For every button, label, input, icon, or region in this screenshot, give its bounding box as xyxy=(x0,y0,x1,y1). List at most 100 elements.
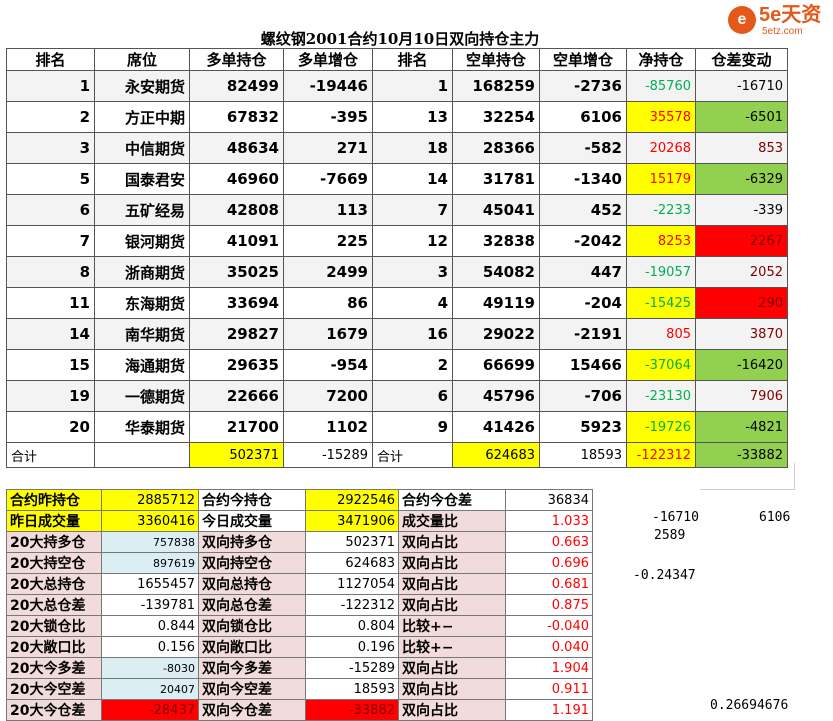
seat-cell[interactable]: 一德期货 xyxy=(94,380,190,412)
summary-label-cell[interactable]: 合约今持仓 xyxy=(198,489,306,511)
summary-label-cell[interactable]: 双向锁仓比 xyxy=(198,615,306,637)
rank-cell[interactable]: 6 xyxy=(6,194,95,226)
summary-label-cell[interactable]: 合约今仓差 xyxy=(398,489,506,511)
summary-label-cell[interactable]: 20大总仓差 xyxy=(6,594,102,616)
summary-label-cell[interactable]: 昨日成交量 xyxy=(6,510,102,532)
rank-cell[interactable]: 19 xyxy=(6,380,95,412)
long-chg-cell[interactable]: -395 xyxy=(283,101,373,133)
long-cell[interactable]: 33694 xyxy=(189,287,284,319)
summary-value-cell[interactable]: 36834 xyxy=(505,489,593,511)
summary-value-cell[interactable]: 18593 xyxy=(305,678,399,700)
long-chg-cell[interactable]: 1102 xyxy=(283,411,373,443)
rank-cell[interactable]: 2 xyxy=(6,101,95,133)
short-rank-cell[interactable]: 9 xyxy=(372,411,453,443)
seat-cell[interactable]: 国泰君安 xyxy=(94,163,190,195)
diff-cell[interactable]: 3870 xyxy=(695,318,788,350)
short-chg-cell[interactable]: 5923 xyxy=(539,411,627,443)
short-chg-cell[interactable]: -582 xyxy=(539,132,627,164)
summary-label-cell[interactable]: 20大今多差 xyxy=(6,657,102,679)
short-chg-cell[interactable]: -204 xyxy=(539,287,627,319)
side-value-4[interactable]: -0.24347 xyxy=(633,568,696,583)
summary-value-cell[interactable]: 757838 xyxy=(101,531,199,553)
summary-label-cell[interactable]: 双向今仓差 xyxy=(198,699,306,721)
summary-value-cell[interactable]: -0.040 xyxy=(505,615,593,637)
net-cell[interactable]: -23130 xyxy=(626,380,696,412)
summary-label-cell[interactable]: 双向占比 xyxy=(398,678,506,700)
diff-cell[interactable]: -16710 xyxy=(695,70,788,102)
net-cell[interactable]: 20268 xyxy=(626,132,696,164)
short-chg-cell[interactable]: 452 xyxy=(539,194,627,226)
col-header-net[interactable]: 净持仓 xyxy=(626,48,696,71)
summary-label-cell[interactable]: 双向占比 xyxy=(398,573,506,595)
long-cell[interactable]: 82499 xyxy=(189,70,284,102)
summary-value-cell[interactable]: 0.040 xyxy=(505,636,593,658)
short-chg-cell[interactable]: -2191 xyxy=(539,318,627,350)
long-cell[interactable]: 35025 xyxy=(189,256,284,288)
seat-cell[interactable]: 方正中期 xyxy=(94,101,190,133)
short-rank-cell[interactable]: 4 xyxy=(372,287,453,319)
short-chg-cell[interactable]: 15466 xyxy=(539,349,627,381)
rank-cell[interactable]: 8 xyxy=(6,256,95,288)
summary-value-cell[interactable]: 3360416 xyxy=(101,510,199,532)
net-cell[interactable]: -85760 xyxy=(626,70,696,102)
col-header-short-chg[interactable]: 空单增仓 xyxy=(539,48,627,71)
col-header-diff[interactable]: 仓差变动 xyxy=(695,48,788,71)
net-cell[interactable]: -37064 xyxy=(626,349,696,381)
short-cell[interactable]: 32254 xyxy=(452,101,540,133)
long-chg-cell[interactable]: 225 xyxy=(283,225,373,257)
summary-label-cell[interactable]: 双向占比 xyxy=(398,594,506,616)
summary-value-cell[interactable]: 0.844 xyxy=(101,615,199,637)
long-chg-cell[interactable]: 7200 xyxy=(283,380,373,412)
diff-cell[interactable]: -16420 xyxy=(695,349,788,381)
long-chg-cell[interactable]: -7669 xyxy=(283,163,373,195)
long-cell[interactable]: 67832 xyxy=(189,101,284,133)
rank-cell[interactable]: 15 xyxy=(6,349,95,381)
col-header-short[interactable]: 空单持仓 xyxy=(452,48,540,71)
summary-value-cell[interactable]: -139781 xyxy=(101,594,199,616)
summary-label-cell[interactable]: 20大今仓差 xyxy=(6,699,102,721)
summary-label-cell[interactable]: 双向今多差 xyxy=(198,657,306,679)
summary-value-cell[interactable]: 3471906 xyxy=(305,510,399,532)
summary-label-cell[interactable]: 双向持多仓 xyxy=(198,531,306,553)
net-cell[interactable]: -15425 xyxy=(626,287,696,319)
total-label2-cell[interactable]: 合计 xyxy=(372,442,453,468)
summary-label-cell[interactable]: 双向今空差 xyxy=(198,678,306,700)
long-cell[interactable]: 21700 xyxy=(189,411,284,443)
long-cell[interactable]: 41091 xyxy=(189,225,284,257)
net-cell[interactable]: 15179 xyxy=(626,163,696,195)
long-chg-cell[interactable]: -954 xyxy=(283,349,373,381)
diff-cell[interactable]: 2052 xyxy=(695,256,788,288)
short-cell[interactable]: 32838 xyxy=(452,225,540,257)
short-cell[interactable]: 28366 xyxy=(452,132,540,164)
summary-label-cell[interactable]: 今日成交量 xyxy=(198,510,306,532)
total-label-cell[interactable]: 合计 xyxy=(6,442,95,468)
col-header-short-rank[interactable]: 排名 xyxy=(372,48,453,71)
summary-label-cell[interactable]: 合约昨持仓 xyxy=(6,489,102,511)
side-value-3[interactable]: 2589 xyxy=(654,528,685,543)
summary-label-cell[interactable]: 20大锁仓比 xyxy=(6,615,102,637)
net-cell[interactable]: 35578 xyxy=(626,101,696,133)
summary-value-cell[interactable]: 624683 xyxy=(305,552,399,574)
col-header-long-chg[interactable]: 多单增仓 xyxy=(283,48,373,71)
summary-label-cell[interactable]: 双向占比 xyxy=(398,552,506,574)
short-cell[interactable]: 45041 xyxy=(452,194,540,226)
seat-cell[interactable]: 海通期货 xyxy=(94,349,190,381)
rank-cell[interactable]: 3 xyxy=(6,132,95,164)
long-cell[interactable]: 48634 xyxy=(189,132,284,164)
short-cell[interactable]: 168259 xyxy=(452,70,540,102)
summary-value-cell[interactable]: 1.904 xyxy=(505,657,593,679)
summary-value-cell[interactable]: 0.804 xyxy=(305,615,399,637)
diff-cell[interactable]: 7906 xyxy=(695,380,788,412)
summary-label-cell[interactable]: 双向占比 xyxy=(398,531,506,553)
short-rank-cell[interactable]: 18 xyxy=(372,132,453,164)
short-cell[interactable]: 31781 xyxy=(452,163,540,195)
empty-cell[interactable] xyxy=(626,467,696,492)
short-rank-cell[interactable]: 14 xyxy=(372,163,453,195)
short-rank-cell[interactable]: 16 xyxy=(372,318,453,350)
rank-cell[interactable]: 14 xyxy=(6,318,95,350)
summary-label-cell[interactable]: 双向占比 xyxy=(398,657,506,679)
short-cell[interactable]: 29022 xyxy=(452,318,540,350)
summary-value-cell[interactable]: 0.681 xyxy=(505,573,593,595)
short-chg-cell[interactable]: -1340 xyxy=(539,163,627,195)
total-diff-cell[interactable]: -33882 xyxy=(695,442,788,468)
